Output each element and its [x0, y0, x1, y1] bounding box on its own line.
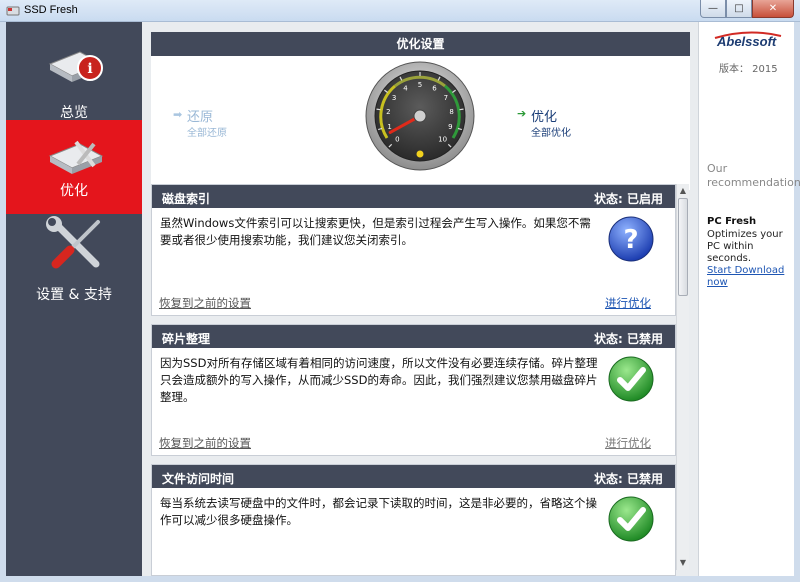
scroll-up-icon[interactable]: ▲ [677, 184, 689, 198]
optimize-setting-link[interactable]: 进行优化 [605, 295, 651, 311]
sidebar-item-overview[interactable]: i 总览 [6, 32, 142, 126]
close-icon: ✕ [768, 3, 778, 14]
setting-card-indexing: 磁盘索引 状态: 已启用 虽然Windows文件索引可以让搜索更快，但是索引过程… [151, 184, 676, 316]
card-description: 虽然Windows文件索引可以让搜索更快，但是索引过程会产生写入操作。如果您不需… [160, 216, 591, 247]
optimize-label: 优化 [531, 110, 558, 125]
card-title: 文件访问时间 [162, 472, 235, 486]
restore-label: 还原 [187, 110, 214, 125]
app-icon [6, 6, 20, 16]
gauge-tick-label: 4 [403, 85, 408, 93]
gauge-indicator-light [416, 150, 424, 158]
gauge-tick-label: 2 [386, 108, 390, 116]
scroll-down-icon[interactable]: ▼ [677, 556, 689, 570]
sidebar-item-label: 设置 & 支持 [36, 287, 112, 303]
drive-info-icon: i [48, 51, 104, 82]
gauge-tick-label: 6 [432, 85, 437, 93]
window-controls: — □ ✕ [700, 0, 794, 18]
title-bar: SSD Fresh — □ ✕ [0, 0, 800, 22]
sidebar-item-settings[interactable]: 设置 & 支持 [6, 210, 142, 304]
recommendation-panel: Abelssoft 版本： 2015 Our recommendation: P… [698, 22, 800, 576]
gauge-tick-label: 5 [418, 81, 422, 89]
gauge-tick-label: 10 [438, 136, 447, 144]
card-title: 磁盘索引 [162, 192, 211, 206]
setting-card-defrag: 碎片整理 状态: 已禁用 因为SSD对所有存储区域有着相同的访问速度，所以文件没… [151, 324, 676, 456]
maximize-icon: □ [734, 3, 744, 14]
scroll-thumb[interactable] [678, 198, 688, 296]
drive-tools-icon [48, 140, 104, 174]
brand-logo: Abelssoft [717, 34, 777, 49]
optimization-header: 优化设置 [151, 32, 690, 56]
check-icon [608, 496, 654, 542]
sidebar-item-label: 优化 [60, 183, 88, 199]
main-panel: 优化设置 ➡ 还原 全部还原 0 1 2 3 4 5 6 7 8 9 10 ➔ … [142, 22, 698, 576]
recommendation-heading: Our recommendation: [707, 162, 800, 189]
card-status: 状态: 已禁用 [594, 472, 663, 486]
maximize-button[interactable]: □ [726, 0, 752, 18]
sidebar-item-optimize[interactable]: 优化 [6, 120, 142, 214]
card-description: 每当系统去读写硬盘中的文件时，都会记录下读取的时间，这是非必要的，省略这个操作可… [160, 496, 597, 527]
gauge-tick-label: 9 [448, 123, 452, 131]
restore-sub-label: 全部还原 [187, 128, 227, 139]
speed-gauge: 01 234 5 678 910 [365, 61, 475, 171]
gauge-tick-label: 0 [395, 136, 399, 144]
optimization-panel: ➡ 还原 全部还原 0 1 2 3 4 5 6 7 8 9 10 ➔ 优化 全部… [151, 56, 690, 190]
question-icon: ? [608, 216, 654, 262]
card-header: 磁盘索引 状态: 已启用 [152, 185, 675, 208]
start-download-link[interactable]: Start Download now [707, 265, 793, 289]
product-description: Optimizes your PC within seconds. [707, 229, 783, 264]
window-title: SSD Fresh [24, 4, 78, 16]
version-label: 版本： 2015 [719, 64, 778, 75]
close-button[interactable]: ✕ [752, 0, 794, 18]
minimize-button[interactable]: — [700, 0, 726, 18]
gauge-tick-label: 7 [444, 94, 448, 102]
gauge-tick-mark [376, 108, 381, 111]
cards-scrollbar[interactable]: ▲ ▼ [676, 184, 689, 570]
optimize-setting-link[interactable]: 进行优化 [605, 435, 651, 451]
card-description: 因为SSD对所有存储区域有着相同的访问速度，所以文件没有必要连续存储。碎片整理只… [160, 356, 598, 404]
gauge-tick-mark [459, 108, 464, 111]
wrench-screwdriver-icon [46, 216, 100, 269]
arrow-right-green-icon: ➔ [517, 107, 527, 120]
arrow-right-icon: ➡ [173, 108, 183, 121]
card-header: 碎片整理 状态: 已禁用 [152, 325, 675, 348]
card-status: 状态: 已禁用 [594, 332, 663, 346]
svg-text:i: i [87, 61, 92, 77]
setting-card-access-time: 文件访问时间 状态: 已禁用 每当系统去读写硬盘中的文件时，都会记录下读取的时间… [151, 464, 676, 576]
gauge-tick-label: 1 [387, 123, 391, 131]
check-icon [608, 356, 654, 402]
sidebar-item-label: 总览 [60, 105, 88, 121]
card-status: 状态: 已启用 [594, 192, 663, 206]
minimize-icon: — [708, 3, 718, 14]
sidebar: i 总览 优化 设置 & 支持 [6, 22, 142, 576]
card-header: 文件访问时间 状态: 已禁用 [152, 465, 675, 488]
restore-setting-link[interactable]: 恢复到之前的设置 [159, 435, 251, 451]
card-title: 碎片整理 [162, 332, 211, 346]
svg-text:?: ? [623, 225, 638, 255]
restore-setting-link[interactable]: 恢复到之前的设置 [159, 295, 251, 311]
gauge-tick-label: 3 [392, 94, 396, 102]
product-title: PC Fresh [707, 216, 757, 227]
optimize-sub-label: 全部优化 [531, 128, 571, 139]
gauge-tick-label: 8 [449, 108, 453, 116]
